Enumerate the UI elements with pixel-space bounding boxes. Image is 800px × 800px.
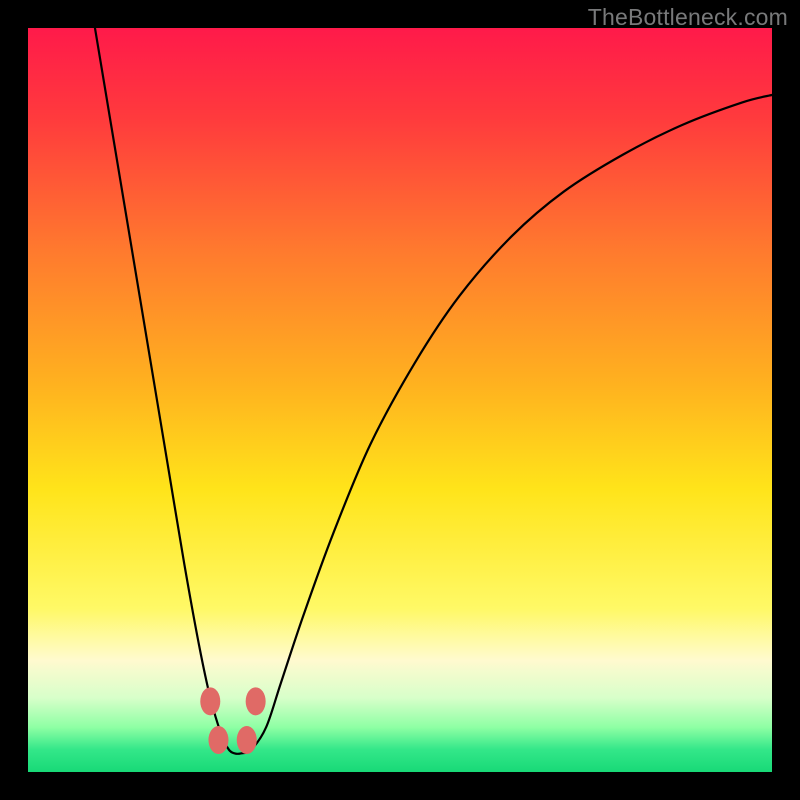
marker-right-lower	[237, 726, 257, 754]
marker-left-upper	[200, 687, 220, 715]
watermark-text: TheBottleneck.com	[588, 4, 788, 31]
marker-right-upper	[246, 687, 266, 715]
background-gradient-rect	[28, 28, 772, 772]
marker-left-lower	[208, 726, 228, 754]
chart-frame	[28, 28, 772, 772]
chart-plot	[28, 28, 772, 772]
